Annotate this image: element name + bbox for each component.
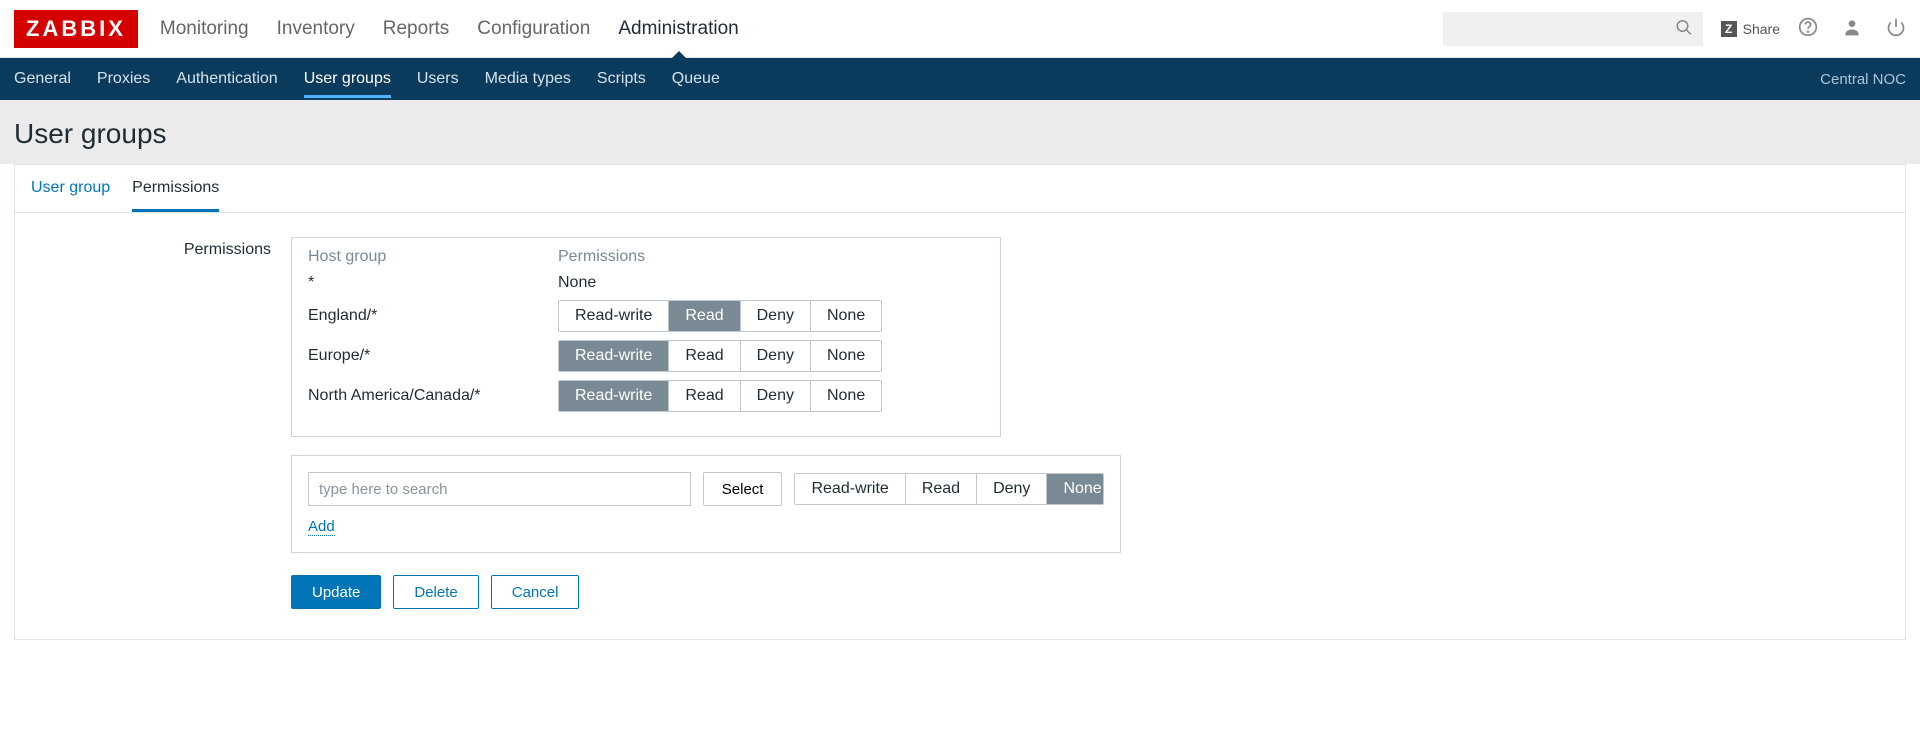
permission-option-deny[interactable]: Deny: [740, 381, 810, 411]
add-link[interactable]: Add: [308, 518, 335, 536]
delete-button[interactable]: Delete: [393, 575, 478, 609]
permission-option-read[interactable]: Read: [668, 381, 739, 411]
permission-option-read[interactable]: Read: [668, 301, 739, 331]
form-body: Permissions Host group Permissions *None…: [15, 213, 1905, 639]
permission-row: Europe/*Read-writeReadDenyNone: [308, 340, 984, 372]
header-host-group: Host group: [308, 248, 558, 266]
subnav-item-media-types[interactable]: Media types: [485, 60, 571, 98]
topnav-item-administration[interactable]: Administration: [618, 0, 738, 58]
permission-row-level: Read-writeReadDenyNone: [558, 300, 882, 332]
add-permission-block: Select Read-writeReadDenyNone Add: [291, 455, 1121, 553]
permission-row-group: England/*: [308, 307, 558, 325]
subnav-right-label[interactable]: Central NOC: [1820, 71, 1906, 88]
permission-option-deny[interactable]: Deny: [740, 341, 810, 371]
cancel-button[interactable]: Cancel: [491, 575, 580, 609]
subnav-item-users[interactable]: Users: [417, 60, 459, 98]
permission-option-readwrite[interactable]: Read-write: [559, 301, 668, 331]
topnav-item-reports[interactable]: Reports: [383, 0, 450, 58]
update-button[interactable]: Update: [291, 575, 381, 609]
form-panel: User group Permissions Permissions Host g…: [14, 164, 1906, 640]
power-icon[interactable]: [1886, 17, 1906, 40]
permission-row-level: None: [558, 274, 596, 292]
share-button[interactable]: Z Share: [1721, 21, 1780, 37]
subnav-item-proxies[interactable]: Proxies: [97, 60, 150, 98]
permission-option-none[interactable]: None: [810, 341, 881, 371]
permission-row: *None: [308, 274, 984, 292]
permission-row: North America/Canada/*Read-writeReadDeny…: [308, 380, 984, 412]
permission-row-group: *: [308, 274, 558, 292]
tabs: User group Permissions: [15, 165, 1905, 213]
permission-option-readwrite[interactable]: Read-write: [559, 381, 668, 411]
header-permissions: Permissions: [558, 248, 645, 266]
subnav: General Proxies Authentication User groups U…: [0, 58, 1920, 100]
permission-option-none[interactable]: None: [810, 301, 881, 331]
topbar-right: Z Share: [1443, 12, 1906, 46]
subnav-items: General Proxies Authentication User groups U…: [14, 60, 720, 98]
permission-option-deny[interactable]: Deny: [740, 301, 810, 331]
new-permission-option-read[interactable]: Read: [905, 474, 976, 504]
permissions-table: Host group Permissions *NoneEngland/*Rea…: [291, 237, 1001, 437]
field-label-permissions: Permissions: [31, 237, 271, 609]
permission-row-group: Europe/*: [308, 347, 558, 365]
tab-permissions[interactable]: Permissions: [132, 179, 219, 212]
topbar: ZABBIX Monitoring Inventory Reports Configu…: [0, 0, 1920, 58]
global-search: [1443, 12, 1703, 46]
new-permission-level: Read-writeReadDenyNone: [794, 473, 1104, 505]
new-permission-option-none[interactable]: None: [1046, 474, 1104, 504]
subnav-item-queue[interactable]: Queue: [672, 60, 720, 98]
permission-row-level: Read-writeReadDenyNone: [558, 340, 882, 372]
permission-row: England/*Read-writeReadDenyNone: [308, 300, 984, 332]
help-icon[interactable]: [1798, 17, 1818, 40]
new-permission-option-deny[interactable]: Deny: [976, 474, 1046, 504]
permission-option-none[interactable]: None: [810, 381, 881, 411]
topnav-item-configuration[interactable]: Configuration: [477, 0, 590, 58]
permission-level-toggle: Read-writeReadDenyNone: [558, 340, 882, 372]
tab-user-group[interactable]: User group: [31, 179, 110, 212]
add-permission-row: Select Read-writeReadDenyNone: [308, 472, 1104, 506]
page-title: User groups: [14, 118, 1906, 150]
logo[interactable]: ZABBIX: [14, 10, 138, 48]
user-icon[interactable]: [1842, 17, 1862, 40]
topbar-icons: [1798, 17, 1906, 40]
permission-row-group: North America/Canada/*: [308, 387, 558, 405]
new-permission-option-readwrite[interactable]: Read-write: [795, 474, 904, 504]
topnav-item-monitoring[interactable]: Monitoring: [160, 0, 249, 58]
field-content: Host group Permissions *NoneEngland/*Rea…: [291, 237, 1121, 609]
permission-level-toggle: Read-writeReadDenyNone: [558, 300, 882, 332]
select-button[interactable]: Select: [703, 472, 783, 506]
page-heading-area: User groups: [0, 100, 1920, 164]
topnav-item-inventory[interactable]: Inventory: [277, 0, 355, 58]
subnav-item-general[interactable]: General: [14, 60, 71, 98]
search-input[interactable]: [1443, 12, 1703, 46]
search-icon[interactable]: [1675, 18, 1693, 39]
form-actions: Update Delete Cancel: [291, 575, 1121, 609]
subnav-item-user-groups[interactable]: User groups: [304, 60, 391, 98]
permissions-header: Host group Permissions: [308, 248, 984, 266]
subnav-item-authentication[interactable]: Authentication: [176, 60, 277, 98]
permission-row-level: Read-writeReadDenyNone: [558, 380, 882, 412]
permission-option-read[interactable]: Read: [668, 341, 739, 371]
topnav: Monitoring Inventory Reports Configuration A…: [160, 0, 739, 58]
share-label: Share: [1743, 21, 1780, 37]
permission-level-toggle: Read-writeReadDenyNone: [558, 380, 882, 412]
subnav-item-scripts[interactable]: Scripts: [597, 60, 646, 98]
z-badge-icon: Z: [1721, 21, 1737, 37]
permission-option-readwrite[interactable]: Read-write: [559, 341, 668, 371]
host-group-search-input[interactable]: [308, 472, 691, 506]
